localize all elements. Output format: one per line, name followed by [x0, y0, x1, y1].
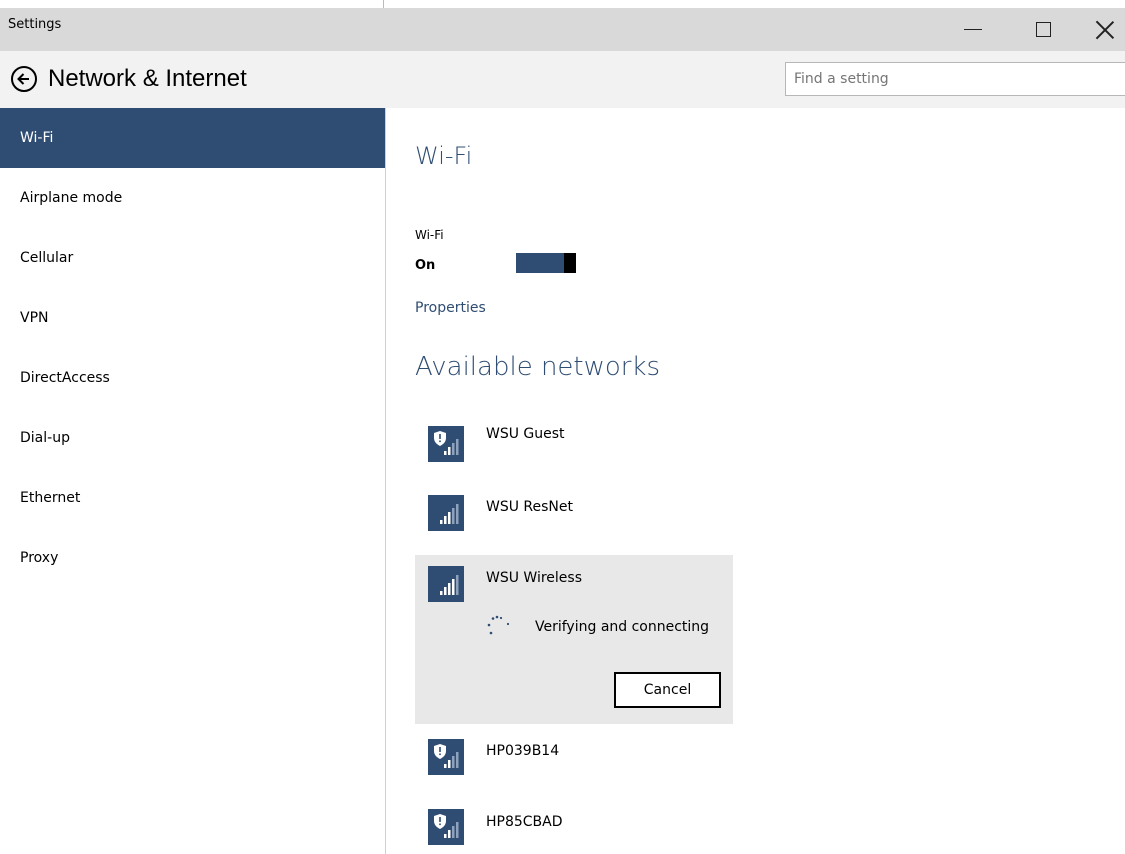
- properties-link[interactable]: Properties: [415, 300, 486, 316]
- sidebar-item-ethernet[interactable]: Ethernet: [0, 468, 385, 528]
- sidebar-item-airplane-mode[interactable]: Airplane mode: [0, 168, 385, 228]
- sidebar-divider: [385, 108, 386, 854]
- close-button[interactable]: [1082, 8, 1125, 51]
- page-title: Network & Internet: [48, 65, 247, 92]
- search-input[interactable]: [785, 62, 1125, 96]
- maximize-icon: [1035, 22, 1051, 37]
- maximize-button[interactable]: [1020, 8, 1066, 51]
- section-title: Wi-Fi: [415, 142, 473, 170]
- network-name: HP039B14: [486, 743, 560, 759]
- cancel-button[interactable]: Cancel: [614, 672, 721, 708]
- sidebar-item-directaccess[interactable]: DirectAccess: [0, 348, 385, 408]
- network-name: WSU ResNet: [486, 499, 574, 515]
- wifi-toggle[interactable]: [516, 253, 576, 273]
- wifi-toggle-state: On: [415, 258, 436, 273]
- wifi-signal-icon: [428, 495, 464, 531]
- wifi-signal-icon: [428, 566, 464, 602]
- sidebar-item-cellular[interactable]: Cellular: [0, 228, 385, 288]
- top-strip: [0, 0, 1125, 8]
- close-icon: [1095, 20, 1115, 40]
- sidebar-item-vpn[interactable]: VPN: [0, 288, 385, 348]
- network-name: HP85CBAD: [486, 814, 563, 830]
- page-header: Network & Internet: [0, 51, 1125, 108]
- wifi-secured-icon: [428, 739, 464, 775]
- network-item-hp039b14[interactable]: HP039B14: [415, 731, 733, 789]
- back-arrow-icon[interactable]: [11, 66, 37, 92]
- minimize-button[interactable]: [950, 8, 996, 51]
- window-title: Settings: [8, 17, 62, 32]
- loading-spinner-icon: [485, 614, 511, 642]
- network-item-hp85cbad[interactable]: HP85CBAD: [415, 801, 733, 854]
- network-item-wsu-wireless[interactable]: WSU Wireless Verifying and connecting Ca…: [415, 555, 733, 724]
- sidebar-item-wifi[interactable]: Wi-Fi: [0, 108, 385, 168]
- network-name: WSU Wireless: [486, 570, 583, 586]
- minimize-icon: [964, 29, 982, 30]
- available-networks-title: Available networks: [415, 352, 661, 382]
- toggle-knob: [564, 253, 576, 273]
- wifi-secured-icon: [428, 426, 464, 462]
- top-strip-divider: [383, 0, 384, 8]
- sidebar-item-dial-up[interactable]: Dial-up: [0, 408, 385, 468]
- wifi-secured-icon: [428, 809, 464, 845]
- network-item-wsu-guest[interactable]: WSU Guest: [415, 418, 733, 476]
- network-name: WSU Guest: [486, 426, 565, 442]
- connection-status: Verifying and connecting: [535, 619, 710, 635]
- wifi-toggle-label: Wi-Fi: [415, 228, 444, 242]
- sidebar-item-proxy[interactable]: Proxy: [0, 528, 385, 588]
- sidebar: Wi-Fi Airplane mode Cellular VPN DirectA…: [0, 108, 385, 854]
- network-item-wsu-resnet[interactable]: WSU ResNet: [415, 486, 733, 544]
